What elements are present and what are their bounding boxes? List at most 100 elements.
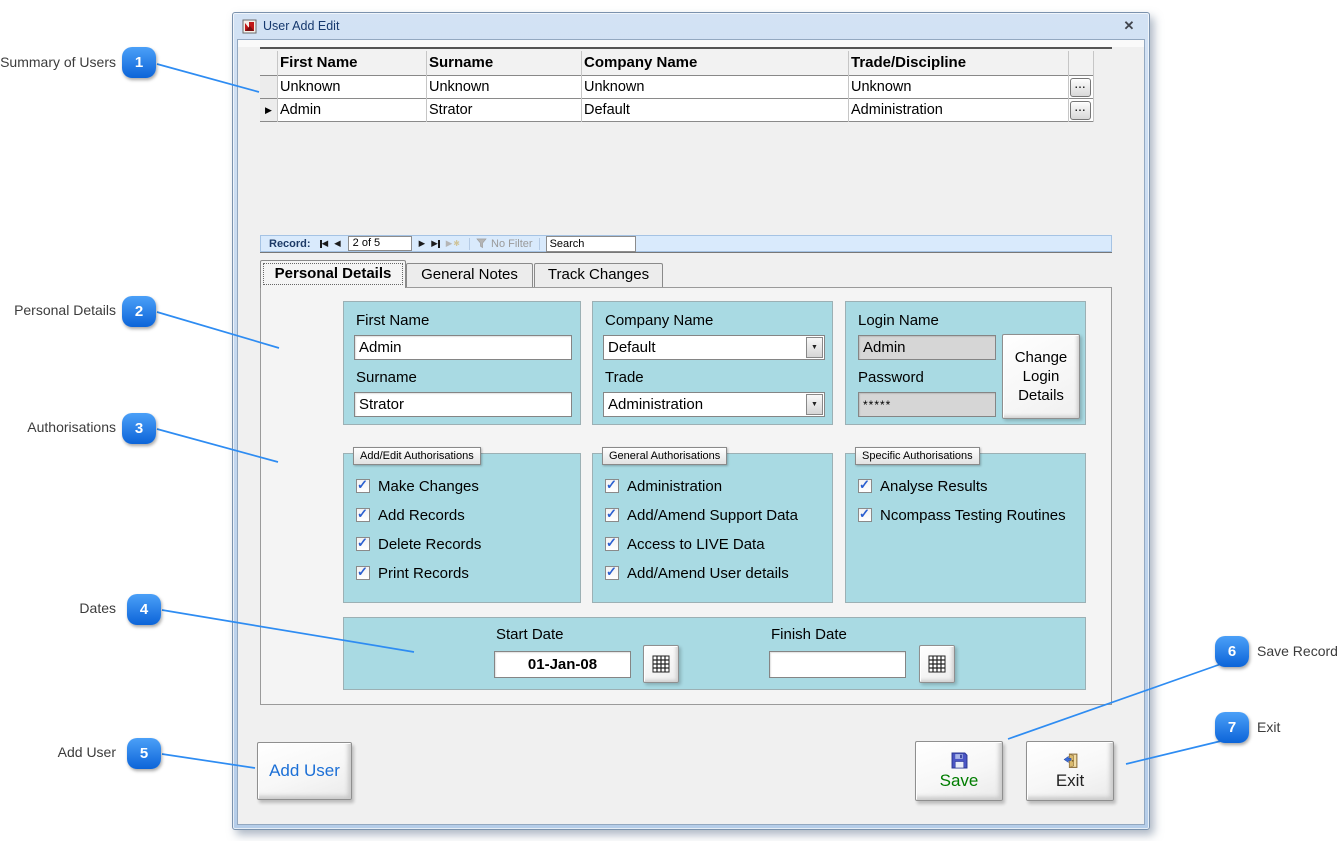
column-header-company-name[interactable]: Company Name (584, 49, 697, 76)
company-name-label: Company Name (605, 312, 713, 329)
tab-personal-details[interactable]: Personal Details (260, 260, 406, 288)
checkbox-make-changes[interactable]: ✓ Make Changes (356, 476, 479, 496)
checkbox-icon: ✓ (356, 508, 370, 522)
grid-line (277, 51, 278, 122)
surname-input[interactable] (354, 392, 572, 417)
add-edit-authorisations-panel: ✓ Make Changes ✓ Add Records ✓ Delete Re… (343, 453, 581, 603)
first-name-label: First Name (356, 312, 429, 329)
grid-line (1068, 51, 1069, 122)
checkbox-add-amend-user-details[interactable]: ✓ Add/Amend User details (605, 563, 789, 583)
cell-trade-discipline[interactable]: Unknown (851, 76, 911, 98)
exit-door-icon (1062, 752, 1079, 769)
callout-label-5: Add User (58, 744, 116, 760)
client-top-band (238, 40, 1144, 47)
callout-label-2: Personal Details (14, 302, 116, 318)
callout-label-6: Save Record (1257, 643, 1338, 659)
change-login-details-button[interactable]: Change Login Details (1002, 334, 1080, 419)
trade-select[interactable]: Administration ▼ (603, 392, 825, 417)
save-button[interactable]: Save (915, 741, 1003, 801)
checkbox-icon: ✓ (858, 479, 872, 493)
grid-line (581, 51, 582, 122)
exit-button[interactable]: Exit (1026, 741, 1114, 801)
checkbox-add-records[interactable]: ✓ Add Records (356, 505, 465, 525)
checkbox-ncompass-testing-routines[interactable]: ✓ Ncompass Testing Routines (858, 505, 1066, 525)
checkbox-icon: ✓ (605, 479, 619, 493)
cell-company-name[interactable]: Unknown (584, 76, 644, 98)
separator (469, 238, 470, 250)
cell-surname[interactable]: Unknown (429, 76, 489, 98)
chevron-down-icon[interactable]: ▼ (806, 394, 823, 415)
company-select[interactable]: Default ▼ (603, 335, 825, 360)
cell-trade-discipline[interactable]: Administration (851, 99, 943, 121)
checkbox-icon: ✓ (605, 537, 619, 551)
grid-line (848, 51, 849, 122)
name-panel: First Name Surname (343, 301, 581, 425)
titlebar: User Add Edit ✕ (233, 13, 1149, 39)
callout-badge-5: 5 (127, 738, 161, 769)
company-panel: Company Name Default ▼ Trade Administrat… (592, 301, 833, 425)
column-header-trade-discipline[interactable]: Trade/Discipline (851, 49, 966, 76)
checkbox-add-amend-support-data[interactable]: ✓ Add/Amend Support Data (605, 505, 798, 525)
tab-track-changes[interactable]: Track Changes (534, 263, 663, 287)
new-record-button[interactable]: ▶✱ (446, 238, 460, 249)
cell-first-name[interactable]: Admin (280, 99, 321, 121)
previous-record-button[interactable]: ◀ (334, 238, 341, 249)
checkbox-access-to-live-data[interactable]: ✓ Access to LIVE Data (605, 534, 765, 554)
finish-date-calendar-button[interactable] (919, 645, 955, 683)
record-navigator-label: Record: (269, 238, 311, 250)
first-name-input[interactable] (354, 335, 572, 360)
callout-badge-1: 1 (122, 47, 156, 78)
callout-label-3: Authorisations (27, 419, 116, 435)
column-header-first-name[interactable]: First Name (280, 49, 358, 76)
row-detail-button[interactable]: ... (1070, 78, 1091, 97)
add-user-button[interactable]: Add User (257, 742, 352, 800)
checkbox-icon: ✓ (605, 566, 619, 580)
table-row[interactable]: Unknown Unknown Unknown Unknown (260, 76, 1094, 99)
personal-details-panel: First Name Surname Company Name Default … (260, 287, 1112, 705)
grid-line (1093, 51, 1094, 122)
last-record-button[interactable]: ▶ (431, 238, 440, 249)
window-title: User Add Edit (263, 19, 339, 33)
users-grid: First Name Surname Company Name Trade/Di… (260, 47, 1112, 237)
checkbox-administration[interactable]: ✓ Administration (605, 476, 722, 496)
start-date-input[interactable] (494, 651, 631, 678)
callout-badge-2: 2 (122, 296, 156, 327)
first-record-button[interactable]: ◀ (320, 238, 329, 249)
checkbox-delete-records[interactable]: ✓ Delete Records (356, 534, 481, 554)
checkbox-analyse-results[interactable]: ✓ Analyse Results (858, 476, 988, 496)
chevron-down-icon[interactable]: ▼ (806, 337, 823, 358)
callout-label-4: Dates (79, 600, 116, 616)
start-date-calendar-button[interactable] (643, 645, 679, 683)
callout-badge-3: 3 (122, 413, 156, 444)
login-panel: Login Name Password Change Login Details (845, 301, 1086, 425)
close-button[interactable]: ✕ (1119, 17, 1139, 35)
specific-authorisations-title: Specific Authorisations (855, 447, 980, 465)
next-record-button[interactable]: ▶ (419, 238, 426, 249)
cell-first-name[interactable]: Unknown (280, 76, 340, 98)
search-input[interactable] (546, 236, 636, 252)
checkbox-print-records[interactable]: ✓ Print Records (356, 563, 469, 583)
record-position[interactable]: 2 of 5 (348, 236, 412, 251)
tab-general-notes[interactable]: General Notes (406, 263, 533, 287)
page: User Add Edit ✕ First Name Surname Compa… (0, 0, 1340, 841)
column-header-surname[interactable]: Surname (429, 49, 493, 76)
callout-badge-4: 4 (127, 594, 161, 625)
checkbox-icon: ✓ (356, 479, 370, 493)
cell-surname[interactable]: Strator (429, 99, 473, 121)
add-edit-authorisations-title: Add/Edit Authorisations (353, 447, 481, 465)
row-detail-button[interactable]: ... (1070, 101, 1091, 120)
save-icon (951, 752, 968, 769)
checkbox-icon: ✓ (356, 537, 370, 551)
table-row-current[interactable]: ▶ Admin Strator Default Administration (260, 99, 1094, 122)
current-record-marker[interactable]: ▶ (260, 99, 278, 121)
cell-company-name[interactable]: Default (584, 99, 630, 121)
finish-date-input[interactable] (769, 651, 906, 678)
callout-label-1: Summary of Users (0, 54, 116, 70)
trade-label: Trade (605, 369, 644, 386)
filter-icon (476, 238, 487, 249)
specific-authorisations-panel: ✓ Analyse Results ✓ Ncompass Testing Rou… (845, 453, 1086, 603)
row-selector[interactable] (260, 76, 278, 98)
password-label: Password (858, 369, 924, 386)
app-icon (242, 19, 257, 34)
no-filter-button[interactable]: No Filter (476, 238, 533, 250)
